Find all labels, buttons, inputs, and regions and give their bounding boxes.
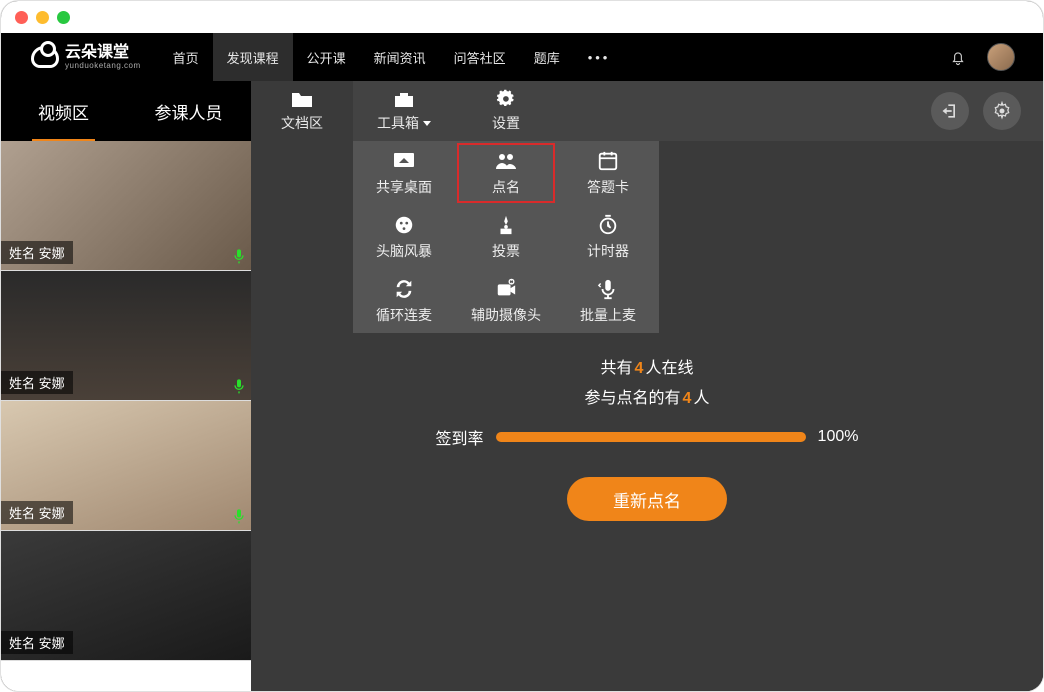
nav-qa[interactable]: 问答社区 — [440, 33, 520, 81]
content-area: 共享桌面 点名 答题卡 头脑风暴 — [251, 141, 1043, 691]
video-cell[interactable]: 姓名 安娜 — [1, 531, 251, 661]
logo[interactable]: 云朵课堂 yunduoketang.com — [1, 45, 159, 70]
main-area: 姓名 安娜 姓名 安娜 姓名 安娜 姓名 安娜 — [1, 141, 1043, 691]
loop-mic-icon — [392, 278, 416, 300]
online-count: 共有4人在线 — [601, 354, 694, 378]
calendar-icon — [596, 150, 620, 172]
exit-button[interactable] — [931, 92, 969, 130]
tool-roll-call[interactable]: 点名 — [455, 141, 557, 205]
close-icon[interactable] — [15, 11, 28, 24]
titlebar — [1, 1, 1043, 33]
cloud-icon — [31, 46, 59, 68]
gear-icon — [992, 101, 1012, 121]
tab-participants[interactable]: 参课人员 — [126, 81, 251, 141]
docs-area-button[interactable]: 文档区 — [251, 81, 353, 141]
tool-share-screen[interactable]: 共享桌面 — [353, 141, 455, 205]
camera-icon — [494, 278, 518, 300]
mic-icon — [231, 248, 247, 264]
timer-icon — [596, 214, 620, 236]
nav-more[interactable]: ••• — [574, 33, 625, 81]
settings-label: 设置 — [492, 113, 520, 133]
mic-icon — [231, 378, 247, 394]
exit-icon — [940, 101, 960, 121]
rate-bar — [496, 432, 806, 442]
avatar[interactable] — [987, 43, 1015, 71]
rate-percent: 100% — [818, 428, 859, 446]
rate-label: 签到率 — [436, 425, 484, 449]
nav-discover[interactable]: 发现课程 — [213, 33, 293, 81]
folder-icon — [290, 89, 314, 109]
nav-items: 首页 发现课程 公开课 新闻资讯 问答社区 题库 ••• — [159, 33, 625, 81]
batch-mic-icon — [596, 278, 620, 300]
settings-button[interactable]: 设置 — [455, 81, 557, 141]
bell-icon[interactable] — [949, 48, 967, 66]
tool-brainstorm[interactable]: 头脑风暴 — [353, 205, 455, 269]
tool-loop-mic[interactable]: 循环连麦 — [353, 269, 455, 333]
nav-question-bank[interactable]: 题库 — [520, 33, 574, 81]
toolbox-button[interactable]: 工具箱 — [353, 81, 455, 141]
nav-open-class[interactable]: 公开课 — [293, 33, 360, 81]
rollcall-count: 参与点名的有4人 — [585, 384, 710, 408]
toolbox-icon — [392, 89, 416, 109]
gear-icon — [494, 89, 518, 109]
chevron-down-icon — [423, 121, 431, 126]
sub-nav: 视频区 参课人员 文档区 工具箱 设置 — [1, 81, 1043, 141]
side-tabs: 视频区 参课人员 — [1, 81, 251, 141]
tool-timer[interactable]: 计时器 — [557, 205, 659, 269]
logo-text: 云朵课堂 — [65, 45, 141, 61]
video-column: 姓名 安娜 姓名 安娜 姓名 安娜 姓名 安娜 — [1, 141, 251, 691]
toolbox-label: 工具箱 — [377, 113, 419, 133]
attendance-rate-row: 签到率 100% — [436, 425, 859, 449]
minimize-icon[interactable] — [36, 11, 49, 24]
tab-video-area[interactable]: 视频区 — [1, 81, 126, 141]
top-nav: 云朵课堂 yunduoketang.com 首页 发现课程 公开课 新闻资讯 问… — [1, 33, 1043, 81]
toolbox-dropdown: 共享桌面 点名 答题卡 头脑风暴 — [353, 141, 659, 333]
settings-circle-button[interactable] — [983, 92, 1021, 130]
tool-answer-card[interactable]: 答题卡 — [557, 141, 659, 205]
video-cell-empty — [1, 661, 251, 691]
people-icon — [494, 150, 518, 172]
video-cell[interactable]: 姓名 安娜 — [1, 401, 251, 531]
tool-aux-camera[interactable]: 辅助摄像头 — [455, 269, 557, 333]
logo-subtext: yunduoketang.com — [65, 61, 141, 70]
vote-icon — [494, 214, 518, 236]
mic-icon — [231, 508, 247, 524]
video-cell[interactable]: 姓名 安娜 — [1, 141, 251, 271]
brainstorm-icon — [392, 214, 416, 236]
video-cell[interactable]: 姓名 安娜 — [1, 271, 251, 401]
app-window: 云朵课堂 yunduoketang.com 首页 发现课程 公开课 新闻资讯 问… — [0, 0, 1044, 692]
nav-home[interactable]: 首页 — [159, 33, 213, 81]
nav-news[interactable]: 新闻资讯 — [360, 33, 440, 81]
screen-share-icon — [392, 150, 416, 172]
attendance-panel: 共有4人在线 参与点名的有4人 签到率 100% 重新点名 — [251, 351, 1043, 521]
docs-label: 文档区 — [281, 113, 323, 133]
tool-vote[interactable]: 投票 — [455, 205, 557, 269]
maximize-icon[interactable] — [57, 11, 70, 24]
tool-batch-mic[interactable]: 批量上麦 — [557, 269, 659, 333]
retry-rollcall-button[interactable]: 重新点名 — [567, 477, 727, 521]
